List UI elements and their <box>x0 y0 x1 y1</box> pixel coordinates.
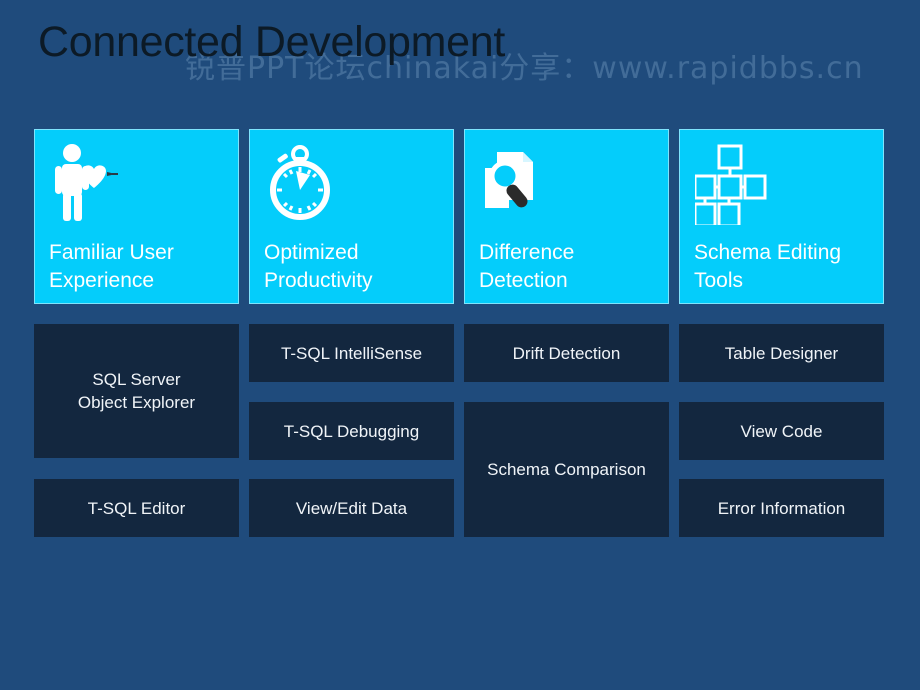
item-tile-sql-server-object-explorer[interactable]: SQL Server Object Explorer <box>34 324 239 458</box>
feature-tile-label: Difference Detection <box>479 241 575 292</box>
feature-tile-difference-detection[interactable]: Difference Detection <box>464 129 669 304</box>
feature-tile-optimized-productivity[interactable]: Optimized Productivity <box>249 129 454 304</box>
item-tile-t-sql-intellisense[interactable]: T-SQL IntelliSense <box>249 324 454 382</box>
feature-tile-schema-editing-tools[interactable]: Schema Editing Tools <box>679 129 884 304</box>
item-tile-error-information[interactable]: Error Information <box>679 479 884 537</box>
page-title: Connected Development <box>38 18 505 66</box>
schema-diagram-icon <box>695 140 775 225</box>
item-tile-table-designer[interactable]: Table Designer <box>679 324 884 382</box>
slide-canvas: 锐普PPT论坛chinakai分享：www.rapidbbs.cn Connec… <box>0 0 920 690</box>
item-tile-drift-detection[interactable]: Drift Detection <box>464 324 669 382</box>
feature-tile-label: Schema Editing Tools <box>694 241 842 292</box>
person-with-heart-icon <box>50 140 130 225</box>
item-tile-view-edit-data[interactable]: View/Edit Data <box>249 479 454 537</box>
stopwatch-icon <box>265 140 345 225</box>
item-tile-view-code[interactable]: View Code <box>679 402 884 460</box>
item-tiles-grid: SQL Server Object Explorer T-SQL Editor … <box>34 324 885 538</box>
item-tile-t-sql-editor[interactable]: T-SQL Editor <box>34 479 239 537</box>
feature-tile-label: Optimized Productivity <box>264 241 373 292</box>
feature-tile-familiar-user-experience[interactable]: Familiar User Experience <box>34 129 239 304</box>
feature-tile-label: Familiar User Experience <box>49 241 174 292</box>
documents-magnifier-icon <box>480 140 560 225</box>
item-tile-schema-comparison[interactable]: Schema Comparison <box>464 402 669 537</box>
item-tile-t-sql-debugging[interactable]: T-SQL Debugging <box>249 402 454 460</box>
feature-tiles-row: Familiar User Experience Optimized Produ… <box>34 129 885 304</box>
